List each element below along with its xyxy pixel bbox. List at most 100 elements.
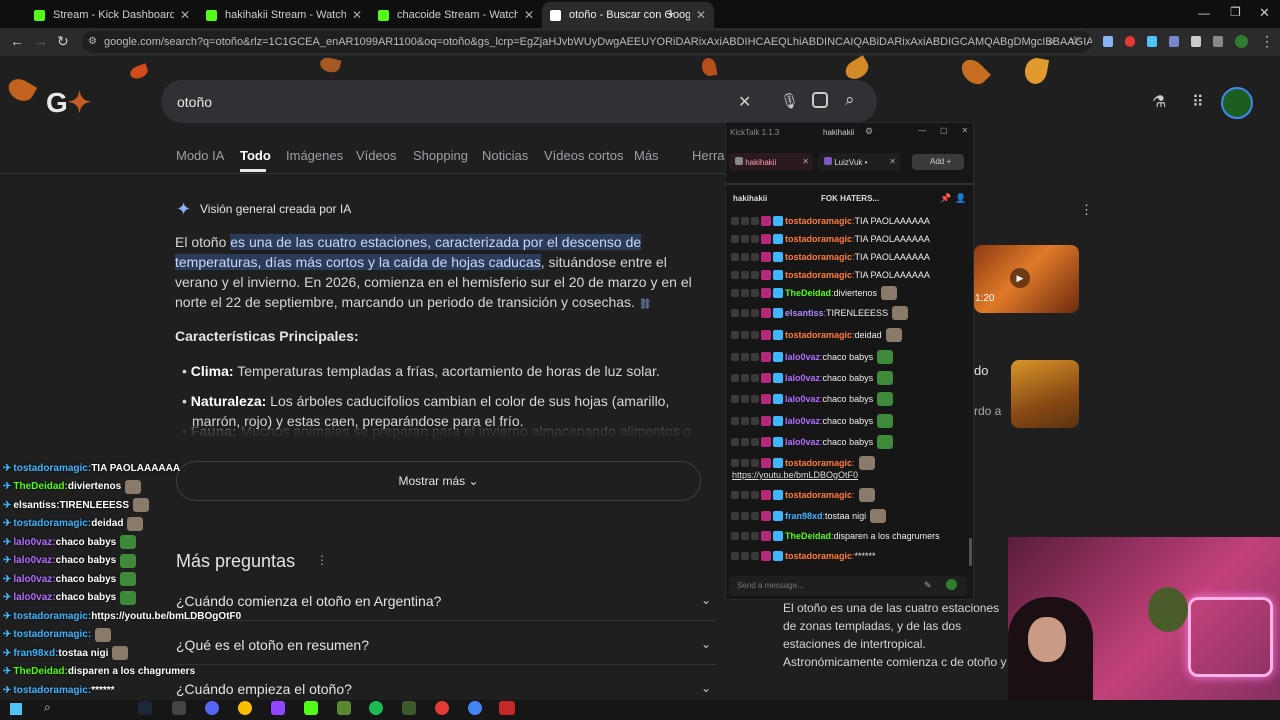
chat-username[interactable]: lalo0vaz bbox=[785, 437, 820, 447]
mod-action-icon[interactable] bbox=[751, 235, 759, 243]
settings-gear-icon[interactable]: ⚙ bbox=[865, 126, 873, 137]
tab-close-icon[interactable]: ✕ bbox=[180, 8, 190, 22]
reload-icon[interactable]: ↻ bbox=[57, 33, 69, 50]
back-icon[interactable]: ← bbox=[10, 33, 24, 49]
question-item[interactable]: ¿Cuándo comienza el otoño en Argentina? ⌄ bbox=[176, 593, 721, 615]
mod-action-icon[interactable] bbox=[731, 271, 739, 279]
user-icon[interactable]: 👤 bbox=[955, 193, 966, 204]
mod-action-icon[interactable] bbox=[741, 331, 749, 339]
mod-action-icon[interactable] bbox=[731, 309, 739, 317]
search-icon[interactable]: ⌕ bbox=[845, 90, 855, 110]
chevron-down-icon[interactable]: ⌄ bbox=[701, 637, 711, 651]
chat-username[interactable]: lalo0vaz bbox=[785, 416, 820, 426]
question-item[interactable]: ¿Qué es el otoño en resumen? ⌄ bbox=[176, 637, 721, 659]
mod-action-icon[interactable] bbox=[751, 217, 759, 225]
new-tab-button[interactable]: + bbox=[666, 6, 675, 24]
site-info-icon[interactable]: ⚙ bbox=[88, 36, 97, 47]
mod-action-icon[interactable] bbox=[751, 459, 759, 467]
nav-tab[interactable]: Noticias bbox=[482, 148, 528, 163]
chat-scrollbar[interactable] bbox=[969, 538, 972, 566]
mod-action-icon[interactable] bbox=[751, 512, 759, 520]
nav-tab[interactable]: Todo bbox=[240, 148, 271, 163]
nav-tab[interactable]: Más bbox=[634, 148, 659, 163]
chat-username[interactable]: tostadoramagic bbox=[785, 330, 852, 340]
mod-action-icon[interactable] bbox=[731, 552, 739, 560]
mod-action-icon[interactable] bbox=[751, 271, 759, 279]
bookmark-star-icon[interactable]: ☆ bbox=[1069, 33, 1081, 49]
spotify-icon[interactable] bbox=[369, 701, 383, 715]
mod-action-icon[interactable] bbox=[741, 532, 749, 540]
mod-action-icon[interactable] bbox=[731, 289, 739, 297]
chat-username[interactable]: lalo0vaz bbox=[785, 352, 820, 362]
mod-action-icon[interactable] bbox=[741, 253, 749, 261]
search-box[interactable] bbox=[161, 80, 877, 123]
mod-action-icon[interactable] bbox=[751, 438, 759, 446]
mod-action-icon[interactable] bbox=[741, 459, 749, 467]
nav-tab[interactable]: Modo IA bbox=[176, 148, 224, 163]
taskbar-app-icon[interactable] bbox=[402, 701, 416, 715]
chevron-down-icon[interactable]: ⌄ bbox=[701, 593, 711, 607]
emoji-picker-icon[interactable] bbox=[946, 579, 957, 590]
mod-action-icon[interactable] bbox=[731, 512, 739, 520]
chat-username[interactable]: tostadoramagic bbox=[785, 216, 852, 226]
browser-tab[interactable]: Stream - Kick Dashboard ✕ bbox=[26, 2, 198, 28]
mod-action-icon[interactable] bbox=[741, 271, 749, 279]
chat-username[interactable]: elsantiss bbox=[785, 308, 824, 318]
mod-action-icon[interactable] bbox=[731, 459, 739, 467]
play-icon[interactable]: ▶ bbox=[1010, 268, 1030, 288]
mod-action-icon[interactable] bbox=[741, 512, 749, 520]
mod-action-icon[interactable] bbox=[751, 552, 759, 560]
taskbar-app-icon[interactable] bbox=[172, 701, 186, 715]
maximize-icon[interactable]: ❐ bbox=[1230, 5, 1241, 19]
taskbar-app-icon[interactable] bbox=[138, 701, 152, 715]
nav-tab[interactable]: Herra bbox=[692, 148, 725, 163]
mod-action-icon[interactable] bbox=[731, 331, 739, 339]
start-icon[interactable] bbox=[10, 703, 22, 715]
mod-action-icon[interactable] bbox=[731, 491, 739, 499]
nav-tab[interactable]: Shopping bbox=[413, 148, 468, 163]
mod-action-icon[interactable] bbox=[751, 417, 759, 425]
mod-action-icon[interactable] bbox=[731, 353, 739, 361]
address-bar[interactable]: google.com/search?q=otoño&rlz=1C1GCEA_en… bbox=[82, 31, 1092, 53]
minimize-icon[interactable]: — bbox=[1198, 6, 1210, 20]
browser-tab[interactable]: hakihakii Stream - Watch Live o ✕ bbox=[198, 2, 370, 28]
more-options-icon[interactable]: ⋮ bbox=[316, 553, 328, 567]
chat-username[interactable]: lalo0vaz bbox=[785, 394, 820, 404]
chat-link[interactable]: https://youtu.be/bmLDBOgOtF0 bbox=[732, 470, 858, 480]
chat-username[interactable]: tostadoramagic bbox=[785, 234, 852, 244]
chevron-down-icon[interactable]: ⌄ bbox=[701, 681, 711, 695]
chat-username[interactable]: TheDeidad bbox=[785, 288, 831, 298]
taskbar-app-icon[interactable] bbox=[499, 701, 515, 715]
mod-action-icon[interactable] bbox=[741, 417, 749, 425]
mod-action-icon[interactable] bbox=[731, 438, 739, 446]
mod-action-icon[interactable] bbox=[741, 289, 749, 297]
nav-tab[interactable]: Imágenes bbox=[286, 148, 343, 163]
browser-tab[interactable]: otoño - Buscar con Google ✕ bbox=[542, 2, 714, 28]
profile-avatar[interactable] bbox=[1235, 35, 1248, 48]
chat-username[interactable]: tostadoramagic bbox=[785, 490, 852, 500]
mod-action-icon[interactable] bbox=[741, 235, 749, 243]
mod-action-icon[interactable] bbox=[741, 491, 749, 499]
mod-action-icon[interactable] bbox=[751, 532, 759, 540]
mod-action-icon[interactable] bbox=[731, 253, 739, 261]
chat-tab-hakihakii[interactable]: hakihakii ✕ bbox=[729, 153, 813, 171]
chrome-icon[interactable] bbox=[238, 701, 252, 715]
chat-tab-luizvuk[interactable]: LuizVuk • ✕ bbox=[818, 153, 900, 171]
mod-action-icon[interactable] bbox=[741, 217, 749, 225]
zoom-icon[interactable]: ⌕ bbox=[1048, 34, 1055, 49]
taskbar-app-icon[interactable] bbox=[205, 701, 219, 715]
chat-username[interactable]: TheDeidad bbox=[785, 531, 831, 541]
add-chat-button[interactable]: Add + bbox=[912, 154, 964, 170]
mod-action-icon[interactable] bbox=[751, 309, 759, 317]
mod-action-icon[interactable] bbox=[731, 395, 739, 403]
taskbar-search-icon[interactable]: ⌕ bbox=[44, 700, 51, 715]
link-icon[interactable]: ⛓ bbox=[639, 299, 652, 310]
mod-action-icon[interactable] bbox=[731, 374, 739, 382]
mod-action-icon[interactable] bbox=[751, 491, 759, 499]
tab-close-icon[interactable]: ✕ bbox=[696, 8, 706, 22]
chrome-active-icon[interactable] bbox=[468, 701, 482, 715]
pin-icon[interactable]: 📌 bbox=[940, 193, 951, 204]
tab-close-icon[interactable]: ✕ bbox=[524, 8, 534, 22]
taskbar-app-icon[interactable] bbox=[271, 701, 285, 715]
mod-action-icon[interactable] bbox=[731, 217, 739, 225]
